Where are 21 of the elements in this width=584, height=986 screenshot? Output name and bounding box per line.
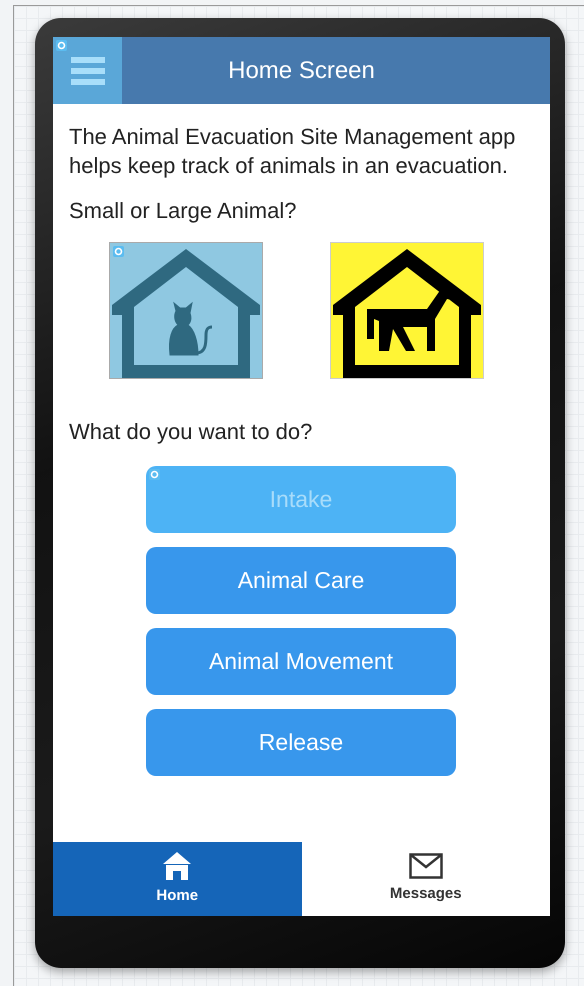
menu-button[interactable]	[53, 37, 122, 104]
intro-text: The Animal Evacuation Site Management app helps keep track of animals in an evacuation.	[69, 123, 516, 180]
action-button[interactable]: Animal Care	[146, 547, 456, 614]
question-text: What do you want to do?	[69, 418, 314, 446]
horse-house-image[interactable]	[330, 242, 484, 379]
home-icon	[162, 850, 192, 881]
action-button[interactable]: Intake	[146, 466, 456, 533]
screen-title: Home Screen	[227, 56, 376, 86]
mail-icon	[408, 852, 443, 879]
tab-button[interactable]: Home	[53, 842, 302, 916]
action-button[interactable]: Animal Movement	[146, 628, 456, 695]
house-icon	[333, 249, 481, 378]
selection-handle-icon[interactable]	[149, 469, 160, 480]
question-text: Small or Large Animal?	[69, 197, 298, 225]
action-button[interactable]: Release	[146, 709, 456, 776]
selection-handle-icon[interactable]	[113, 246, 124, 257]
house-icon	[112, 249, 260, 378]
cat-house-image[interactable]	[109, 242, 263, 379]
selection-handle-icon[interactable]	[56, 40, 67, 51]
menu-icon	[70, 56, 104, 86]
cat-icon	[168, 302, 212, 356]
